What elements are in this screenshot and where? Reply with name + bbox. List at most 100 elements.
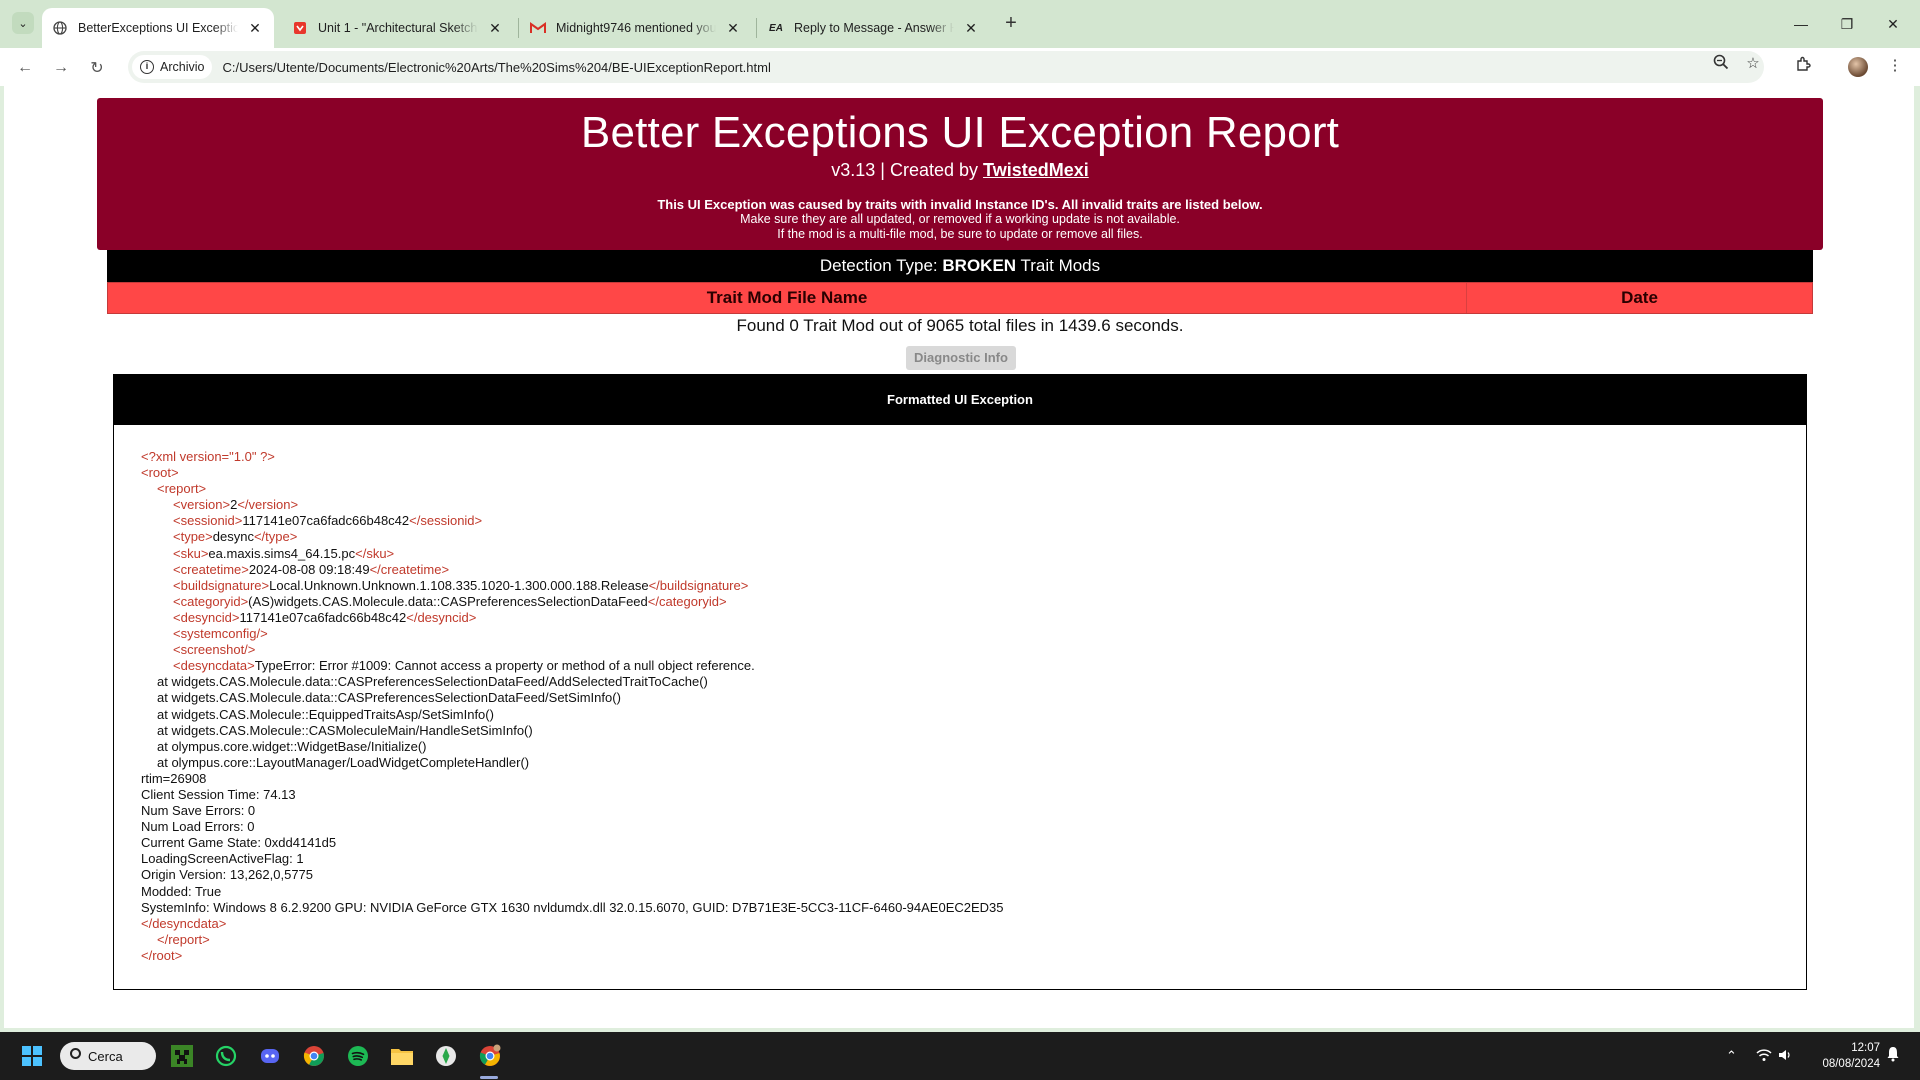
xml-open-tag: </desyncdata>	[141, 915, 227, 931]
profile-avatar[interactable]	[1848, 57, 1868, 77]
xml-text: Num Save Errors: 0	[141, 803, 256, 819]
xml-close-tag: </buildsignature>	[648, 577, 749, 593]
xml-close-tag: </type>	[253, 529, 298, 545]
update-hint: Make sure they are all updated, or remov…	[740, 212, 1180, 226]
xml-text: at olympus.core::LayoutManager/LoadWidge…	[157, 754, 530, 770]
close-tab-icon[interactable]: ✕	[962, 20, 980, 37]
discord-icon[interactable]	[254, 1040, 286, 1072]
chrome-canary-icon[interactable]	[474, 1040, 506, 1072]
tab-title: Unit 1 - "Architectural Sketching"	[318, 21, 478, 35]
tab-separator	[518, 18, 519, 38]
author-link[interactable]: TwistedMexi	[983, 160, 1089, 180]
xml-text: SystemInfo: Windows 8 6.2.9200 GPU: NVID…	[141, 899, 1004, 915]
tab-answer-hq[interactable]: EA Reply to Message - Answer HQ ✕	[758, 8, 990, 48]
xml-line: Modded: True	[141, 884, 1004, 900]
xml-open-tag: <categoryid>	[173, 593, 249, 609]
xml-open-tag: <createtime>	[173, 561, 249, 577]
tab-search-button[interactable]: ⌄	[12, 12, 34, 34]
globe-icon	[52, 20, 68, 36]
restore-button[interactable]: ❐	[1824, 0, 1870, 48]
xml-line: <version>2</version>	[141, 497, 1004, 513]
close-window-button[interactable]: ✕	[1870, 0, 1916, 48]
xml-open-tag: </report>	[157, 931, 210, 947]
xml-open-tag: <?xml version="1.0" ?>	[141, 449, 275, 464]
wifi-icon[interactable]	[1756, 1048, 1772, 1065]
info-icon: i	[140, 60, 154, 74]
xml-line: at widgets.CAS.Molecule::CASMoleculeMain…	[141, 723, 1004, 739]
xml-text: at widgets.CAS.Molecule::EquippedTraitsA…	[157, 706, 494, 722]
xml-close-tag: </desyncid>	[406, 609, 477, 625]
xml-text: at olympus.core.widget::WidgetBase/Initi…	[157, 738, 427, 754]
xml-text: 117141e07ca6fadc66b48c42	[242, 513, 410, 529]
xml-line: <screenshot/>	[141, 642, 1004, 658]
taskbar: Cerca ⌃ 12:07 08/08/2024	[0, 1032, 1920, 1080]
xml-line: LoadingScreenActiveFlag: 1	[141, 851, 1004, 867]
warning-text: This UI Exception was caused by traits w…	[657, 197, 1263, 212]
menu-kebab-icon[interactable]: ⋮	[1884, 56, 1906, 78]
detection-type: BROKEN	[942, 256, 1017, 275]
close-tab-icon[interactable]: ✕	[246, 20, 264, 37]
bookmark-star-icon[interactable]: ☆	[1742, 54, 1764, 76]
reload-button[interactable]: ↻	[84, 55, 110, 81]
minimize-button[interactable]: —	[1778, 0, 1824, 48]
system-clock[interactable]: 12:07 08/08/2024	[1800, 1040, 1880, 1072]
close-tab-icon[interactable]: ✕	[724, 20, 742, 37]
zoom-icon[interactable]	[1710, 54, 1732, 76]
whatsapp-icon[interactable]	[210, 1040, 242, 1072]
minecraft-icon[interactable]	[166, 1040, 198, 1072]
xml-open-tag: <sku>	[173, 545, 209, 561]
tab-title: Midnight9746 mentioned you on	[556, 21, 716, 35]
back-button[interactable]: ←	[12, 55, 38, 81]
extensions-icon[interactable]	[1792, 56, 1814, 78]
close-tab-icon[interactable]: ✕	[486, 20, 504, 37]
detection-type-bar: Detection Type: BROKEN Trait Mods	[107, 250, 1813, 282]
chrome-icon[interactable]	[298, 1040, 330, 1072]
tab-better-exceptions[interactable]: BetterExceptions UI Exception Report ✕	[42, 8, 274, 48]
spotify-icon[interactable]	[342, 1040, 374, 1072]
taskbar-search-label: Cerca	[88, 1048, 123, 1064]
xml-line: <type>desync</type>	[141, 529, 1004, 545]
tab-architectural-sketching[interactable]: Unit 1 - "Architectural Sketching" ✕	[282, 8, 514, 48]
diagnostic-info-button[interactable]: Diagnostic Info	[906, 346, 1016, 370]
site-info-chip[interactable]: i Archivio	[132, 55, 213, 79]
xml-text: at widgets.CAS.Molecule::CASMoleculeMain…	[157, 722, 533, 738]
xml-line: <desyncdata>TypeError: Error #1009: Cann…	[141, 658, 1004, 674]
xml-line: </root>	[141, 948, 1004, 964]
xml-line: Client Session Time: 74.13	[141, 787, 1004, 803]
sims-launcher-icon[interactable]	[430, 1040, 462, 1072]
tray-chevron-up-icon[interactable]: ⌃	[1726, 1048, 1737, 1064]
trait-table-header: Trait Mod File Name Date	[107, 282, 1813, 314]
xml-text: Current Game State: 0xdd4141d5	[141, 835, 337, 851]
forward-button[interactable]: →	[48, 55, 74, 81]
xml-line: <buildsignature>Local.Unknown.Unknown.1.…	[141, 578, 1004, 594]
xml-open-tag: <screenshot/>	[173, 642, 256, 658]
xml-text: Modded: True	[141, 883, 222, 899]
xml-text: ea.maxis.sims4_64.15.pc	[208, 545, 356, 561]
url-text[interactable]: C:/Users/Utente/Documents/Electronic%20A…	[222, 60, 770, 75]
file-explorer-icon[interactable]	[386, 1040, 418, 1072]
xml-line: Num Save Errors: 0	[141, 803, 1004, 819]
xml-text: desync	[212, 529, 254, 545]
xml-line: <systemconfig/>	[141, 626, 1004, 642]
xml-open-tag: <type>	[173, 529, 213, 545]
ea-icon: EA	[769, 22, 783, 34]
xml-line: <desyncid>117141e07ca6fadc66b48c42</desy…	[141, 610, 1004, 626]
xml-open-tag: <desyncdata>	[173, 658, 255, 674]
xml-line: <sku>ea.maxis.sims4_64.15.pc</sku>	[141, 546, 1004, 562]
chevron-down-icon: ⌄	[18, 17, 28, 30]
address-bar[interactable]: i Archivio C:/Users/Utente/Documents/Ele…	[128, 51, 1764, 83]
xml-close-tag: </version>	[237, 497, 299, 513]
xml-line: <sessionid>117141e07ca6fadc66b48c42</ses…	[141, 513, 1004, 529]
new-tab-button[interactable]: +	[1000, 12, 1022, 34]
tab-title: Reply to Message - Answer HQ	[794, 21, 954, 35]
taskbar-search[interactable]: Cerca	[60, 1042, 156, 1070]
notification-bell-icon[interactable]	[1886, 1046, 1900, 1065]
version-line: v3.13 | Created by TwistedMexi	[97, 160, 1823, 181]
reload-icon: ↻	[90, 60, 104, 77]
volume-icon[interactable]	[1778, 1048, 1792, 1065]
xml-close-tag: </categoryid>	[647, 593, 727, 609]
windows-start-icon[interactable]	[16, 1040, 48, 1072]
xml-text: (AS)widgets.CAS.Molecule.data::CASPrefer…	[248, 593, 648, 609]
xml-text: 2024-08-08 09:18:49	[248, 561, 370, 577]
tab-gmail[interactable]: Midnight9746 mentioned you on ✕	[520, 8, 752, 48]
